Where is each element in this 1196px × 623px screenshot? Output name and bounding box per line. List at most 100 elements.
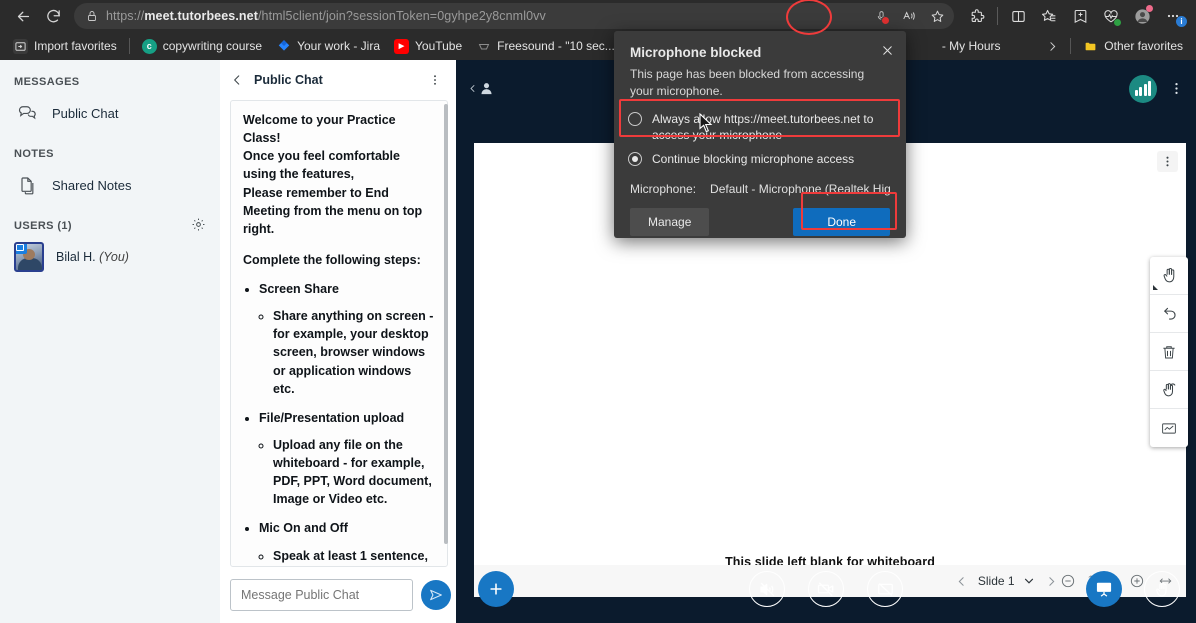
browser-essentials-icon[interactable] bbox=[1096, 2, 1126, 30]
send-icon[interactable] bbox=[421, 580, 451, 610]
bookmark-import-favorites[interactable]: Import favorites bbox=[6, 37, 124, 56]
toolbar-right-icons: i bbox=[962, 2, 1188, 30]
user-list-item-bilal[interactable]: Bilal H. (You) bbox=[0, 234, 220, 280]
omnibox-actions bbox=[868, 3, 950, 29]
toolbar-divider bbox=[997, 7, 998, 25]
meeting-action-bar bbox=[456, 557, 1196, 623]
bookmark-label: Your work - Jira bbox=[297, 39, 380, 53]
refresh-button[interactable] bbox=[38, 2, 68, 30]
bookmark-my-hours[interactable]: - My Hours bbox=[935, 37, 1008, 55]
chat-bubble-icon bbox=[14, 100, 40, 126]
chat-substeps: Upload any file on the whiteboard - for … bbox=[273, 436, 435, 509]
whiteboard-tool-rail bbox=[1150, 257, 1188, 447]
radio-selected-icon[interactable] bbox=[628, 152, 642, 166]
folder-icon bbox=[1083, 39, 1098, 54]
chat-step-label: File/Presentation upload bbox=[259, 411, 404, 425]
options-kebab-icon[interactable] bbox=[424, 71, 446, 89]
tool-active-corner bbox=[1153, 285, 1158, 290]
bookmark-label: copywriting course bbox=[163, 39, 262, 53]
essentials-status-badge bbox=[1114, 19, 1121, 26]
sidebar-item-label: Public Chat bbox=[52, 106, 118, 121]
chat-step: File/Presentation upload Upload any file… bbox=[259, 409, 435, 509]
screenshot-root: https://meet.tutorbees.net/html5client/j… bbox=[0, 0, 1196, 623]
collections-icon[interactable] bbox=[1034, 2, 1064, 30]
chat-substeps: Speak at least 1 sentence, for example y… bbox=[273, 547, 435, 568]
popup-title: Microphone blocked bbox=[614, 31, 906, 66]
profile-notification-badge bbox=[1146, 5, 1153, 12]
chat-step-label: Screen Share bbox=[259, 282, 339, 296]
public-chat-panel: Public Chat Welcome to your Practice Cla… bbox=[220, 60, 456, 623]
connection-status-icon[interactable] bbox=[1129, 75, 1157, 103]
meeting-options-icon[interactable] bbox=[1169, 81, 1184, 96]
raise-hand-icon[interactable] bbox=[1144, 571, 1180, 607]
notes-section-title: NOTES bbox=[0, 132, 220, 166]
done-button[interactable]: Done bbox=[793, 208, 890, 236]
trash-icon[interactable] bbox=[1150, 333, 1188, 371]
multi-user-whiteboard-icon[interactable] bbox=[1150, 371, 1188, 409]
gear-icon[interactable] bbox=[191, 207, 206, 232]
undo-icon[interactable] bbox=[1150, 295, 1188, 333]
microphone-device-label: Microphone: bbox=[630, 182, 696, 196]
chat-substep: Upload any file on the whiteboard - for … bbox=[273, 436, 435, 509]
url-text: https://meet.tutorbees.net/html5client/j… bbox=[104, 9, 546, 23]
microphone-device-value[interactable]: Default - Microphone (Realtek High... bbox=[710, 182, 890, 196]
line-chart-tool-icon[interactable] bbox=[1150, 409, 1188, 447]
chat-welcome-message: Welcome to your Practice Class! Once you… bbox=[230, 100, 448, 567]
chevron-left-icon[interactable] bbox=[226, 69, 248, 91]
address-bar[interactable]: https://meet.tutorbees.net/html5client/j… bbox=[74, 3, 954, 29]
close-icon[interactable] bbox=[874, 37, 900, 63]
split-screen-icon[interactable] bbox=[1003, 2, 1033, 30]
presentation-options-icon[interactable] bbox=[1157, 151, 1178, 172]
bookmark-jira[interactable]: Your work - Jira bbox=[269, 37, 387, 56]
users-section-header: USERS (1) bbox=[0, 204, 220, 234]
bookmark-youtube[interactable]: ▶ YouTube bbox=[387, 37, 469, 56]
update-badge: i bbox=[1176, 16, 1187, 27]
bookmark-copywriting-course[interactable]: c copywriting course bbox=[135, 37, 269, 56]
radio-unselected-icon[interactable] bbox=[628, 112, 642, 126]
left-sidebar: MESSAGES Public Chat NOTES Shared Notes … bbox=[0, 60, 220, 623]
bookmarks-bar: Import favorites c copywriting course Yo… bbox=[0, 32, 1196, 60]
jira-icon bbox=[276, 39, 291, 54]
presenter-badge-icon bbox=[14, 242, 27, 254]
profile-avatar-icon[interactable] bbox=[1127, 2, 1157, 30]
chat-step: Mic On and Off Speak at least 1 sentence… bbox=[259, 519, 435, 567]
chat-step-label: Mic On and Off bbox=[259, 521, 348, 535]
screenshare-off-icon[interactable] bbox=[867, 571, 903, 607]
mic-blocked-dot bbox=[881, 16, 890, 25]
messages-section-title: MESSAGES bbox=[0, 60, 220, 94]
microphone-blocked-icon[interactable] bbox=[868, 4, 894, 28]
presentation-on-icon[interactable] bbox=[1086, 571, 1122, 607]
user-avatar bbox=[14, 242, 44, 272]
manage-button[interactable]: Manage bbox=[630, 208, 709, 236]
microphone-device-row: Microphone: Default - Microphone (Realte… bbox=[614, 172, 906, 196]
star-icon[interactable] bbox=[924, 4, 950, 28]
chat-scrollbar[interactable] bbox=[444, 104, 448, 544]
audio-muted-icon[interactable] bbox=[749, 571, 785, 607]
meeting-secondary-actions bbox=[1086, 571, 1180, 607]
extensions-icon[interactable] bbox=[962, 2, 992, 30]
chat-substeps: Share anything on screen - for example, … bbox=[273, 307, 435, 398]
back-button[interactable] bbox=[8, 2, 38, 30]
browser-chrome: https://meet.tutorbees.net/html5client/j… bbox=[0, 0, 1196, 60]
chat-message-list[interactable]: Welcome to your Practice Class! Once you… bbox=[230, 100, 448, 567]
toggle-userlist-icon[interactable] bbox=[468, 80, 495, 97]
other-favorites-button[interactable]: Other favorites bbox=[1076, 37, 1190, 56]
bookmark-freesound[interactable]: Freesound - "10 sec... bbox=[469, 37, 622, 56]
radio-option-continue-blocking[interactable]: Continue blocking microphone access bbox=[614, 147, 906, 171]
chat-line-2: Once you feel comfortable using the feat… bbox=[243, 147, 435, 183]
camera-off-icon[interactable] bbox=[808, 571, 844, 607]
chat-step: Screen Share Share anything on screen - … bbox=[259, 280, 435, 398]
users-section-title: USERS (1) bbox=[0, 204, 72, 234]
bookmarks-overflow-button[interactable] bbox=[1040, 40, 1065, 53]
sidebar-item-public-chat[interactable]: Public Chat bbox=[0, 94, 220, 132]
chat-composer bbox=[220, 567, 456, 623]
chat-message-input[interactable] bbox=[230, 579, 413, 611]
radio-option-always-allow[interactable]: Always allow https://meet.tutorbees.net … bbox=[614, 107, 906, 147]
chat-line-3: Please remember to End Meeting from the … bbox=[243, 184, 435, 238]
read-aloud-icon[interactable] bbox=[896, 4, 922, 28]
pan-hand-tool-icon[interactable] bbox=[1150, 257, 1188, 295]
settings-and-more-icon[interactable]: i bbox=[1158, 2, 1188, 30]
sidebar-item-shared-notes[interactable]: Shared Notes bbox=[0, 166, 220, 204]
add-favorite-icon[interactable] bbox=[1065, 2, 1095, 30]
chat-header: Public Chat bbox=[220, 60, 456, 100]
